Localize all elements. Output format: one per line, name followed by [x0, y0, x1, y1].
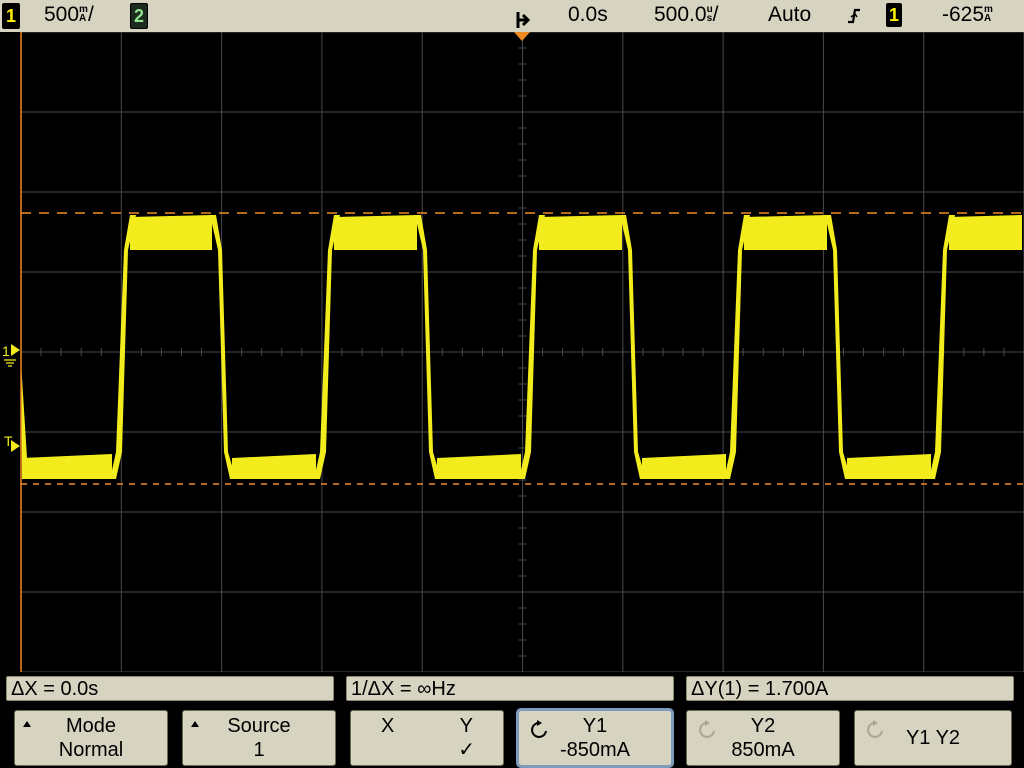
trace-segment — [130, 215, 212, 250]
channel1-marker-arrow — [11, 344, 20, 356]
trace-segment — [825, 215, 851, 479]
trigger-mode[interactable]: Auto — [768, 4, 811, 26]
trace-segment — [22, 454, 112, 479]
inverse-delta-x-readout: 1/ΔX = ∞Hz — [346, 676, 674, 701]
rising-edge-icon — [848, 8, 860, 24]
measurement-bar: ΔX = 0.0s 1/ΔX = ∞Hz ΔY(1) = 1.700A — [0, 672, 1024, 706]
delta-x-readout: ΔX = 0.0s — [6, 676, 334, 701]
mode-value: Normal — [58, 739, 124, 761]
channel1-marker-label: 1 — [2, 343, 10, 359]
channel2-indicator[interactable]: 2 — [130, 3, 148, 29]
mode-softkey[interactable]: Mode Normal — [14, 710, 168, 766]
trace-segment — [642, 454, 726, 479]
trace-segment — [949, 215, 1022, 250]
time-scale-value: 500.0 — [654, 3, 707, 26]
trace-segment — [334, 215, 417, 250]
channel1-scale[interactable]: 500 m A / — [44, 4, 94, 26]
trace-segment — [110, 215, 136, 479]
y-option: Y — [459, 715, 473, 737]
trigger-level[interactable]: -625 m A — [942, 4, 993, 26]
channel1-ground-marker[interactable]: 1 — [2, 343, 20, 367]
trace-segment — [539, 215, 622, 250]
ground-icon — [4, 359, 16, 367]
y1-value: -850mA — [559, 739, 631, 761]
graticule-grid — [20, 32, 1024, 672]
y-selected-check: ✓ — [458, 739, 475, 761]
trigger-level-marker[interactable]: T — [4, 433, 20, 452]
trigger-position-icon — [516, 12, 531, 28]
waveform-display[interactable]: 1 T — [0, 32, 1024, 672]
source-value: 1 — [253, 739, 265, 761]
trace-segment — [929, 215, 955, 479]
trace-segment — [415, 215, 441, 479]
channel1-trace — [21, 215, 1022, 479]
source-softkey[interactable]: Source 1 — [182, 710, 336, 766]
trace-segment — [437, 454, 521, 479]
y1-y2-softkey[interactable]: Y1 Y2 — [854, 710, 1012, 766]
trace-segment — [847, 454, 931, 479]
x-option: X — [381, 715, 395, 737]
trace-segment — [724, 215, 750, 479]
trigger-level-unit: mA — [984, 5, 993, 24]
unit-base: A — [79, 13, 87, 24]
trace-segment — [744, 215, 827, 250]
mode-label: Mode — [65, 715, 117, 737]
trace-segment — [232, 454, 316, 479]
time-scale[interactable]: 500.0 u s / — [654, 4, 719, 26]
trigger-source-indicator[interactable]: 1 — [886, 3, 902, 27]
per-division-slash: / — [87, 3, 94, 26]
y1-label: Y1 — [582, 715, 608, 737]
y2-label: Y2 — [750, 715, 776, 737]
softkey-bar: Mode Normal Source 1 X Y ✓ Y1 -850mA Y2 … — [0, 706, 1024, 768]
trace-segment — [314, 215, 340, 479]
y1-y2-label: Y1 Y2 — [905, 727, 961, 749]
delta-y-readout: ΔY(1) = 1.700A — [686, 676, 1014, 701]
trace-segment — [210, 215, 236, 479]
y2-value: 850mA — [731, 739, 795, 761]
status-bar: 1 500 m A/ 2 0.0s 500.0 u s / Auto 1 -625 m A — [0, 0, 1024, 32]
y1-softkey[interactable]: Y1 -850mA — [516, 708, 674, 768]
time-offset[interactable]: 0.0s — [568, 4, 608, 26]
source-label: Source — [227, 715, 291, 737]
trigger-level-value: -625 — [942, 3, 985, 26]
trace-segment — [620, 215, 646, 479]
per-division-slash: / — [712, 3, 719, 26]
trigger-time-marker[interactable] — [514, 32, 530, 41]
channel1-scale-unit: mA — [79, 5, 88, 24]
xy-softkey[interactable]: X Y ✓ — [350, 710, 504, 766]
y2-softkey[interactable]: Y2 850mA — [686, 710, 840, 766]
trigger-marker-arrow — [11, 440, 20, 452]
channel1-scale-value: 500 — [44, 3, 80, 26]
unit-base: A — [984, 13, 992, 24]
channel1-indicator[interactable]: 1 — [2, 3, 20, 29]
